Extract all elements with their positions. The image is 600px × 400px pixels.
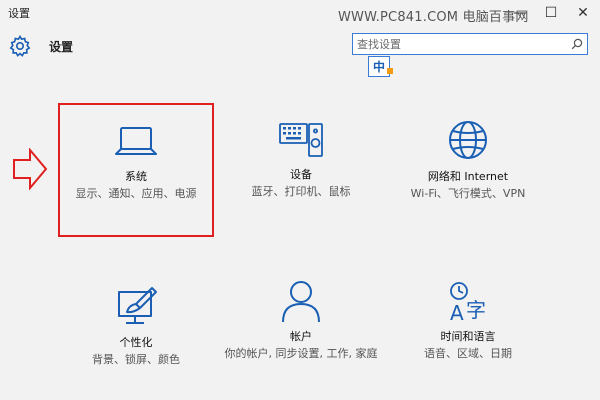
tile-devices[interactable]: 设备 蓝牙、打印机、鼠标 <box>216 118 386 199</box>
settings-window: 设置 WWW.PC841.COM 电脑百事网 — ☐ ✕ 设置 中 <box>0 0 600 400</box>
ime-corner-marker <box>387 68 393 74</box>
tile-network[interactable]: 网络和 Internet Wi-Fi、飞行模式、VPN <box>383 120 553 201</box>
tile-personalization[interactable]: 个性化 背景、锁屏、颜色 <box>51 286 221 367</box>
svg-text:A: A <box>450 301 464 324</box>
tile-devices-desc: 蓝牙、打印机、鼠标 <box>251 185 351 198</box>
time-language-icon: A 字 <box>450 282 486 324</box>
close-button[interactable]: ✕ <box>568 0 598 26</box>
keyboard-speaker-icon <box>279 123 323 157</box>
globe-icon <box>449 121 487 159</box>
window-title: 设置 <box>8 7 30 20</box>
page-title: 设置 <box>49 40 74 54</box>
tile-personalization-label: 个性化 <box>119 336 153 349</box>
laptop-icon <box>115 127 157 155</box>
tile-personalization-desc: 背景、锁屏、颜色 <box>92 353 180 366</box>
annotation-arrow <box>13 148 48 190</box>
tile-accounts[interactable]: 帐户 你的帐户, 同步设置, 工作, 家庭 <box>216 280 386 361</box>
tile-time-language[interactable]: A 字 时间和语言 语音、区域、日期 <box>383 280 553 361</box>
paint-brush-icon <box>118 287 157 324</box>
maximize-button[interactable]: ☐ <box>536 0 566 26</box>
tile-devices-label: 设备 <box>290 168 312 181</box>
person-icon <box>282 281 320 323</box>
gear-icon <box>9 34 31 57</box>
tile-network-label: 网络和 Internet <box>427 170 509 183</box>
search-icon[interactable] <box>571 38 583 50</box>
tile-accounts-label: 帐户 <box>290 330 312 343</box>
search-box[interactable] <box>352 33 588 55</box>
tile-accounts-desc: 你的帐户, 同步设置, 工作, 家庭 <box>224 347 378 360</box>
tile-network-desc: Wi-Fi、飞行模式、VPN <box>410 187 526 200</box>
tile-system[interactable]: 系统 显示、通知、应用、电源 <box>51 120 221 201</box>
tile-system-label: 系统 <box>125 170 147 183</box>
watermark-text: WWW.PC841.COM 电脑百事网 <box>338 10 529 25</box>
search-input[interactable] <box>357 35 562 53</box>
title-bar: 设置 WWW.PC841.COM 电脑百事网 — ☐ ✕ <box>0 0 600 28</box>
tile-system-desc: 显示、通知、应用、电源 <box>75 187 197 200</box>
tile-time-language-desc: 语音、区域、日期 <box>424 347 512 360</box>
minimize-button[interactable]: — <box>505 0 535 26</box>
svg-text:字: 字 <box>466 298 486 322</box>
tile-time-language-label: 时间和语言 <box>440 330 496 343</box>
